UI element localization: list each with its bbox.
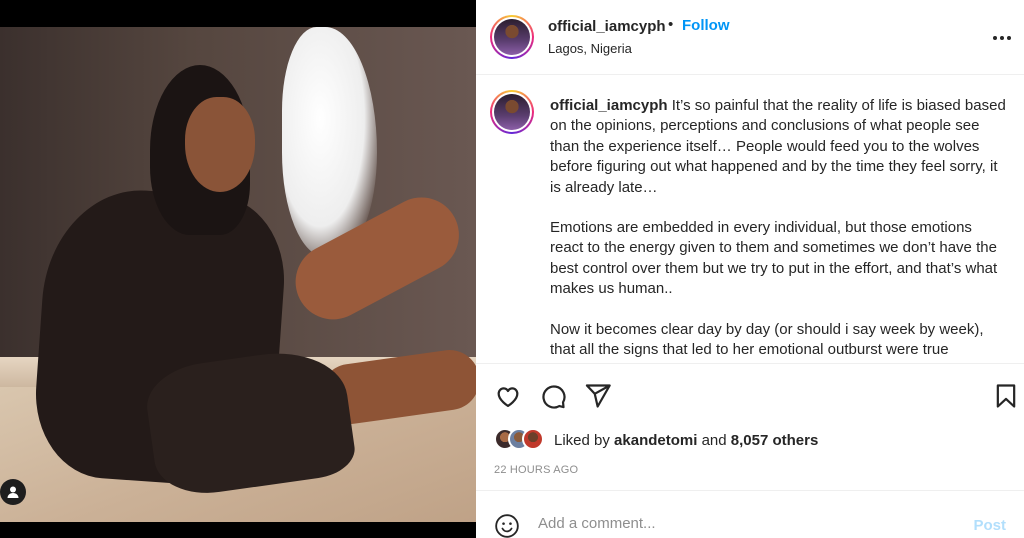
likes-text: Liked by akandetomi and 8,057 others	[554, 432, 818, 449]
bookmark-icon[interactable]	[992, 382, 1020, 410]
smiley-icon[interactable]	[494, 513, 520, 538]
post-sidebar: official_iamcyph • Follow Lagos, Nigeria…	[476, 0, 1024, 538]
comment-bar: Post	[476, 490, 1024, 538]
action-bar	[476, 376, 1024, 416]
photo-figure-face	[185, 97, 255, 192]
likes-summary: Liked by akandetomi and 8,057 others	[494, 428, 818, 452]
user-tag-icon[interactable]	[0, 479, 26, 505]
header-username[interactable]: official_iamcyph	[548, 18, 666, 35]
location-link[interactable]: Lagos, Nigeria	[548, 41, 632, 56]
caption-area: official_iamcyph It’s so painful that th…	[476, 76, 1024, 364]
more-options-icon[interactable]	[990, 26, 1014, 50]
caption-paragraph: Now it becomes clear day by day (or shou…	[550, 320, 984, 359]
comment-input[interactable]	[538, 515, 938, 532]
post-photo[interactable]	[0, 27, 476, 522]
comment-bubble-icon[interactable]	[539, 382, 567, 410]
likes-others[interactable]: 8,057 others	[731, 432, 819, 449]
follow-button[interactable]: Follow	[682, 17, 730, 34]
caption-text: official_iamcyph It’s so painful that th…	[550, 96, 1008, 363]
likes-prefix: Liked by	[554, 431, 610, 449]
header-separator: •	[668, 16, 674, 33]
liker-avatars[interactable]	[494, 428, 554, 452]
heart-icon[interactable]	[494, 382, 522, 410]
liker-username[interactable]: akandetomi	[614, 432, 697, 449]
avatar[interactable]	[490, 15, 534, 59]
caption-username[interactable]: official_iamcyph	[550, 97, 668, 114]
post-timestamp[interactable]: 22 HOURS AGO	[494, 464, 578, 476]
post-comment-button[interactable]: Post	[973, 517, 1006, 534]
post-header: official_iamcyph • Follow Lagos, Nigeria	[476, 0, 1024, 75]
caption-avatar[interactable]	[490, 90, 534, 134]
caption-paragraph: Emotions are embedded in every individua…	[550, 219, 998, 298]
likes-conjunction: and	[701, 431, 727, 449]
post-media[interactable]	[0, 0, 476, 538]
paper-plane-icon[interactable]	[584, 382, 612, 410]
